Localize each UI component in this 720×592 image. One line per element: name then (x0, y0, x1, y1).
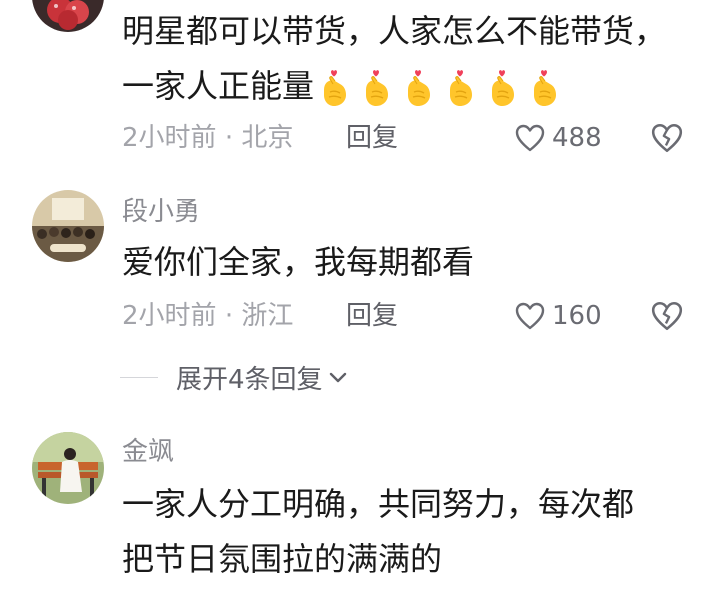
comment-text: 一家人分工明确，共同努力，每次都 把节日氛围拉的满满的 (122, 477, 697, 587)
finger-heart-emoji (492, 70, 515, 106)
comment-text-line: 明星都可以带货，人家怎么不能带货， (122, 12, 667, 50)
avatar[interactable] (32, 432, 104, 504)
heart-icon (515, 124, 545, 152)
avatar[interactable] (32, 190, 104, 262)
reply-button[interactable]: 回复 (346, 122, 398, 154)
comment-meta: 2小时前 · 浙江 (122, 301, 294, 331)
comment-username[interactable]: 金飒 (122, 436, 174, 468)
comment-text-line: 把节日氛围拉的满满的 (122, 540, 443, 578)
like-count: 488 (552, 123, 602, 153)
emoji-row (318, 68, 562, 108)
comment-time: 2小时前 (122, 123, 217, 153)
comment-meta: 2小时前 · 北京 (122, 123, 294, 153)
comment-text-line: 一家人分工明确，共同努力，每次都 (122, 485, 635, 523)
chevron-down-icon (329, 372, 346, 383)
finger-heart-emoji (324, 70, 347, 106)
dislike-button[interactable] (650, 299, 684, 333)
dislike-button[interactable] (650, 121, 684, 155)
comment-text: 明星都可以带货，人家怎么不能带货， 一家人正能量 (122, 4, 697, 114)
broken-heart-icon (651, 123, 683, 153)
comment-location: 浙江 (241, 301, 294, 331)
broken-heart-icon (651, 301, 683, 331)
like-button[interactable]: 160 (514, 300, 602, 332)
comment-time: 2小时前 (122, 301, 217, 331)
expand-replies-button[interactable]: 展开4条回复 (120, 360, 349, 395)
comment-username[interactable]: 段小勇 (122, 196, 200, 228)
finger-heart-emoji (366, 70, 389, 106)
finger-heart-emoji (408, 70, 431, 106)
comment-text-line: 一家人正能量 (122, 59, 697, 114)
reply-button[interactable]: 回复 (346, 300, 398, 332)
divider (120, 377, 158, 378)
comment-location: 北京 (241, 123, 294, 153)
avatar[interactable] (32, 0, 104, 32)
comment-text: 爱你们全家，我每期都看 (122, 243, 475, 281)
finger-heart-emoji (534, 70, 557, 106)
expand-replies-label: 展开4条回复 (176, 364, 323, 395)
like-count: 160 (552, 301, 602, 331)
heart-icon (515, 302, 545, 330)
like-button[interactable]: 488 (514, 122, 602, 154)
finger-heart-emoji (450, 70, 473, 106)
